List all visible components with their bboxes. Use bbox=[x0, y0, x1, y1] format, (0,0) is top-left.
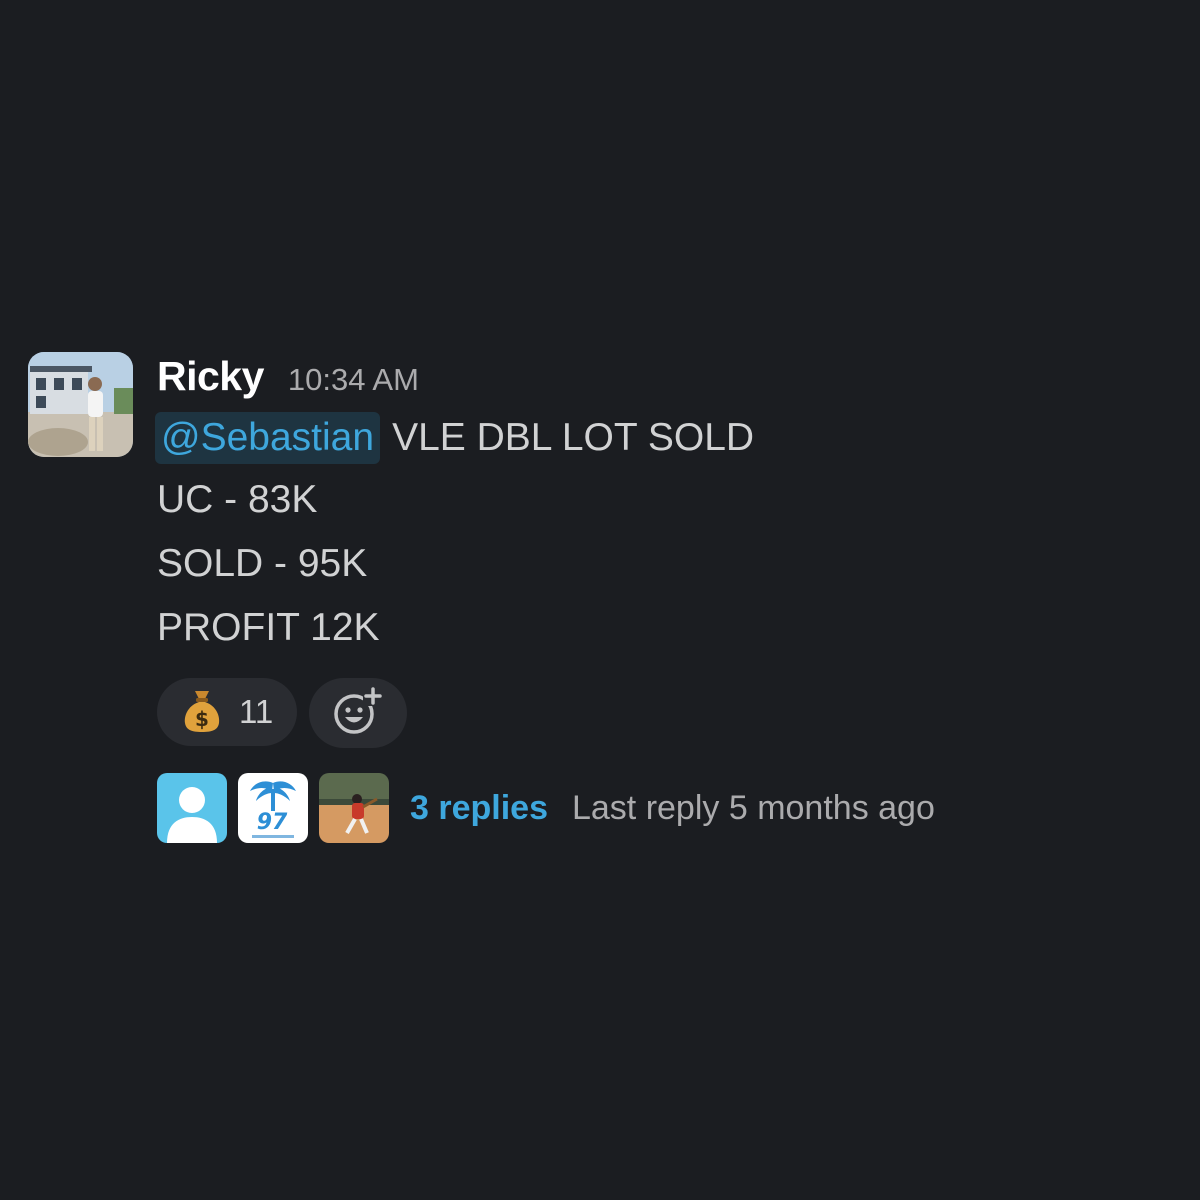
message: Ricky 10:34 AM @Sebastian VLE DBL LOT SO… bbox=[28, 352, 1128, 852]
author-avatar[interactable] bbox=[28, 352, 133, 457]
svg-text:$: $ bbox=[195, 707, 209, 731]
add-reaction-button[interactable] bbox=[309, 678, 408, 748]
author-name[interactable]: Ricky bbox=[157, 352, 264, 400]
baseball-player-avatar bbox=[319, 773, 389, 843]
message-body: Ricky 10:34 AM @Sebastian VLE DBL LOT SO… bbox=[155, 352, 1117, 844]
reaction-money-bag[interactable]: $ 11 bbox=[157, 678, 298, 746]
user-mention[interactable]: @Sebastian bbox=[155, 412, 381, 464]
last-reply-text: Last reply 5 months ago bbox=[571, 788, 935, 827]
message-line: PROFIT 12K bbox=[157, 606, 380, 649]
replies-link[interactable]: 3 replies bbox=[410, 789, 548, 828]
svg-text:97: 97 bbox=[257, 810, 288, 835]
message-text: VLE DBL LOT SOLD bbox=[392, 416, 755, 459]
message-line: SOLD - 95K bbox=[157, 542, 368, 585]
reaction-count: 11 bbox=[239, 693, 274, 730]
default-user-avatar bbox=[157, 773, 227, 843]
reactions-bar: $ 11 bbox=[157, 678, 1117, 750]
thread-summary[interactable]: 97 3 replies Last reply 5 months ago bbox=[157, 772, 1117, 844]
message-timestamp[interactable]: 10:34 AM bbox=[288, 356, 419, 404]
message-line: UC - 83K bbox=[157, 478, 318, 521]
add-reaction-icon bbox=[332, 685, 384, 741]
palm-97-logo-avatar: 97 bbox=[238, 773, 308, 843]
money-bag-icon: $ bbox=[183, 687, 221, 738]
message-header: Ricky 10:34 AM bbox=[157, 352, 1117, 404]
message-line: @Sebastian VLE DBL LOT SOLD bbox=[155, 408, 1117, 468]
